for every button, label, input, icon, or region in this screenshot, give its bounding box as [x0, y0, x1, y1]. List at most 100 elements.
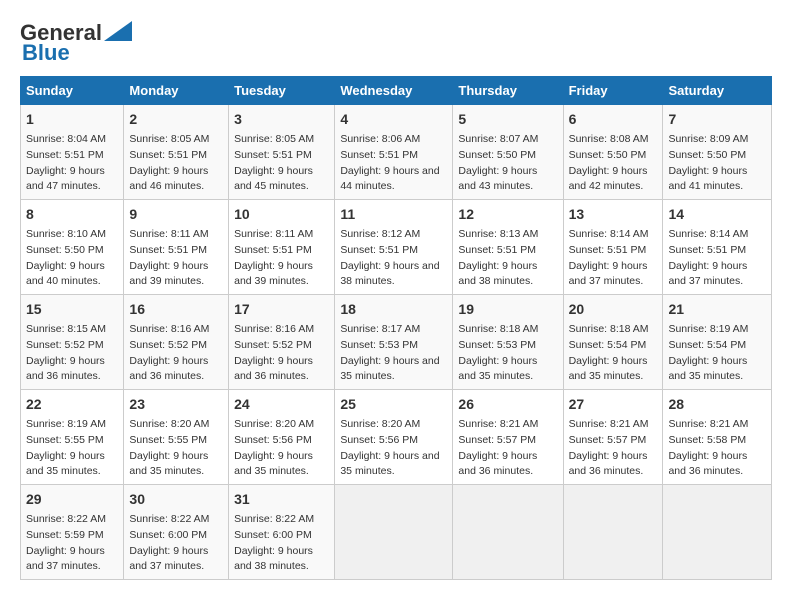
sunrise: Sunrise: 8:12 AM	[340, 228, 420, 240]
daylight: Daylight: 9 hours and 35 minutes.	[340, 355, 439, 383]
calendar-row: 1Sunrise: 8:04 AMSunset: 5:51 PMDaylight…	[21, 105, 772, 200]
weekday-header-row: SundayMondayTuesdayWednesdayThursdayFrid…	[21, 77, 772, 105]
calendar-table: SundayMondayTuesdayWednesdayThursdayFrid…	[20, 76, 772, 580]
sunset: Sunset: 5:50 PM	[458, 149, 536, 161]
daylight: Daylight: 9 hours and 39 minutes.	[129, 260, 208, 288]
daylight: Daylight: 9 hours and 36 minutes.	[129, 355, 208, 383]
day-number: 27	[569, 394, 658, 415]
calendar-cell: 28 Sunrise: 8:21 AM Sunset: 5:58 PM Dayligh…	[663, 390, 772, 485]
calendar-row: 22Sunrise: 8:19 AMSunset: 5:55 PMDayligh…	[21, 390, 772, 485]
calendar-cell: 1Sunrise: 8:04 AMSunset: 5:51 PMDaylight…	[21, 105, 124, 200]
sunrise: Sunrise: 8:21 AM	[569, 418, 649, 430]
day-number: 17	[234, 299, 329, 320]
sunrise: Sunrise: 8:22 AM	[234, 513, 314, 525]
sunrise: Sunrise: 8:11 AM	[234, 228, 313, 240]
daylight: Daylight: 9 hours and 41 minutes.	[668, 165, 747, 193]
day-number: 12	[458, 204, 557, 225]
calendar-cell	[663, 485, 772, 580]
sunset: Sunset: 5:58 PM	[668, 434, 746, 446]
weekday-wednesday: Wednesday	[335, 77, 453, 105]
day-number: 30	[129, 489, 223, 510]
calendar-cell: 6 Sunrise: 8:08 AM Sunset: 5:50 PM Daylight…	[563, 105, 663, 200]
calendar-cell: 10Sunrise: 8:11 AMSunset: 5:51 PMDayligh…	[229, 200, 335, 295]
sunrise: Sunrise: 8:05 AM	[129, 133, 209, 145]
calendar-cell: 29Sunrise: 8:22 AMSunset: 5:59 PMDayligh…	[21, 485, 124, 580]
sunset: Sunset: 5:50 PM	[26, 244, 104, 256]
weekday-monday: Monday	[124, 77, 229, 105]
sunset: Sunset: 5:51 PM	[234, 149, 312, 161]
sunset: Sunset: 5:55 PM	[129, 434, 207, 446]
calendar-cell: 23Sunrise: 8:20 AMSunset: 5:55 PMDayligh…	[124, 390, 229, 485]
sunrise: Sunrise: 8:10 AM	[26, 228, 106, 240]
day-number: 4	[340, 109, 447, 130]
sunrise: Sunrise: 8:19 AM	[26, 418, 106, 430]
sunrise: Sunrise: 8:16 AM	[129, 323, 209, 335]
calendar-cell: 25Sunrise: 8:20 AMSunset: 5:56 PMDayligh…	[335, 390, 453, 485]
calendar-cell: 8Sunrise: 8:10 AMSunset: 5:50 PMDaylight…	[21, 200, 124, 295]
sunset: Sunset: 5:53 PM	[340, 339, 418, 351]
sunset: Sunset: 5:50 PM	[668, 149, 746, 161]
daylight: Daylight: 9 hours and 38 minutes.	[234, 545, 313, 573]
sunset: Sunset: 5:51 PM	[340, 244, 418, 256]
day-number: 24	[234, 394, 329, 415]
day-number: 6	[569, 109, 658, 130]
weekday-friday: Friday	[563, 77, 663, 105]
page-header: General Blue	[20, 20, 772, 66]
daylight: Daylight: 9 hours and 43 minutes.	[458, 165, 537, 193]
weekday-tuesday: Tuesday	[229, 77, 335, 105]
calendar-cell: 24Sunrise: 8:20 AMSunset: 5:56 PMDayligh…	[229, 390, 335, 485]
sunrise: Sunrise: 8:05 AM	[234, 133, 314, 145]
calendar-row: 8 Sunrise: 8:10 AM Sunset: 5:50 PM Daylight…	[21, 200, 772, 295]
sunrise: Sunrise: 8:09 AM	[668, 133, 748, 145]
sunset: Sunset: 5:55 PM	[26, 434, 104, 446]
calendar-cell: 11 Sunrise: 8:12 AM Sunset: 5:51 PM Dayligh…	[335, 200, 453, 295]
sunrise: Sunrise: 8:19 AM	[668, 323, 748, 335]
weekday-thursday: Thursday	[453, 77, 563, 105]
sunrise: Sunrise: 8:07 AM	[458, 133, 538, 145]
calendar-row: 15Sunrise: 8:15 AMSunset: 5:52 PMDayligh…	[21, 295, 772, 390]
logo: General Blue	[20, 20, 132, 66]
day-number: 10	[234, 204, 329, 225]
calendar-cell: 5 Sunrise: 8:07 AM Sunset: 5:50 PM Daylight…	[453, 105, 563, 200]
daylight: Daylight: 9 hours and 36 minutes.	[668, 450, 747, 478]
day-number: 8	[26, 204, 118, 225]
sunset: Sunset: 5:56 PM	[234, 434, 312, 446]
sunrise: Sunrise: 8:21 AM	[668, 418, 748, 430]
day-number: 28	[668, 394, 766, 415]
calendar-body: 1Sunrise: 8:04 AMSunset: 5:51 PMDaylight…	[21, 105, 772, 580]
daylight: Daylight: 9 hours and 37 minutes.	[129, 545, 208, 573]
calendar-cell: 12Sunrise: 8:13 AMSunset: 5:51 PMDayligh…	[453, 200, 563, 295]
sunset: Sunset: 5:50 PM	[569, 149, 647, 161]
sunset: Sunset: 5:51 PM	[26, 149, 104, 161]
daylight: Daylight: 9 hours and 36 minutes.	[26, 355, 105, 383]
calendar-cell: 27Sunrise: 8:21 AMSunset: 5:57 PMDayligh…	[563, 390, 663, 485]
daylight: Daylight: 9 hours and 36 minutes.	[458, 450, 537, 478]
sunset: Sunset: 5:57 PM	[458, 434, 536, 446]
day-number: 5	[458, 109, 557, 130]
sunrise: Sunrise: 8:14 AM	[569, 228, 649, 240]
daylight: Daylight: 9 hours and 44 minutes.	[340, 165, 439, 193]
calendar-row: 29Sunrise: 8:22 AMSunset: 5:59 PMDayligh…	[21, 485, 772, 580]
sunset: Sunset: 5:51 PM	[129, 149, 207, 161]
sunset: Sunset: 5:51 PM	[668, 244, 746, 256]
day-number: 11	[340, 204, 447, 225]
day-number: 15	[26, 299, 118, 320]
calendar-cell: 31Sunrise: 8:22 AMSunset: 6:00 PMDayligh…	[229, 485, 335, 580]
sunset: Sunset: 5:54 PM	[668, 339, 746, 351]
daylight: Daylight: 9 hours and 47 minutes.	[26, 165, 105, 193]
sunset: Sunset: 5:59 PM	[26, 529, 104, 541]
sunrise: Sunrise: 8:08 AM	[569, 133, 649, 145]
sunset: Sunset: 5:51 PM	[234, 244, 312, 256]
daylight: Daylight: 9 hours and 38 minutes.	[340, 260, 439, 288]
calendar-cell: 2Sunrise: 8:05 AMSunset: 5:51 PMDaylight…	[124, 105, 229, 200]
calendar-cell: 15Sunrise: 8:15 AMSunset: 5:52 PMDayligh…	[21, 295, 124, 390]
day-number: 13	[569, 204, 658, 225]
day-number: 19	[458, 299, 557, 320]
calendar-cell: 9Sunrise: 8:11 AMSunset: 5:51 PMDaylight…	[124, 200, 229, 295]
calendar-cell: 3Sunrise: 8:05 AMSunset: 5:51 PMDaylight…	[229, 105, 335, 200]
day-number: 14	[668, 204, 766, 225]
sunrise: Sunrise: 8:13 AM	[458, 228, 538, 240]
sunset: Sunset: 5:53 PM	[458, 339, 536, 351]
daylight: Daylight: 9 hours and 42 minutes.	[569, 165, 648, 193]
day-number: 3	[234, 109, 329, 130]
